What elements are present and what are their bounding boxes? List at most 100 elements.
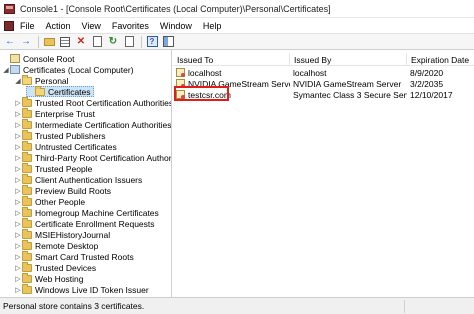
folder-icon xyxy=(22,217,32,228)
collapse-arrow-icon[interactable]: ◢ xyxy=(14,77,22,85)
menu-help[interactable]: Help xyxy=(203,21,222,31)
back-arrow-icon[interactable]: ← xyxy=(3,35,17,49)
certificate-list[interactable]: Issued To Issued By Expiration Date loca… xyxy=(173,50,474,297)
tree-item-store[interactable]: ▷ Third-Party Root Certification Authori… xyxy=(14,151,171,163)
expand-arrow-icon[interactable]: ▷ xyxy=(14,187,22,195)
list-header: Issued To Issued By Expiration Date xyxy=(173,53,474,66)
expand-arrow-icon[interactable]: ▷ xyxy=(14,231,22,239)
forward-arrow-icon[interactable]: → xyxy=(19,35,33,49)
export-icon[interactable] xyxy=(122,35,136,49)
tree-item-store[interactable]: ▷ Trusted Publishers xyxy=(14,129,106,141)
table-row[interactable]: localhost localhost 8/9/2020 xyxy=(173,67,474,78)
column-header-issued-to[interactable]: Issued To xyxy=(173,53,290,66)
tree-item-certificates-local-computer[interactable]: ◢ Certificates (Local Computer) xyxy=(2,64,134,75)
expand-arrow-icon[interactable]: ▷ xyxy=(14,143,22,151)
folder-icon xyxy=(22,96,32,107)
expand-arrow-icon[interactable]: ▷ xyxy=(14,121,22,129)
expand-arrow-icon[interactable]: ▷ xyxy=(14,198,22,206)
menu-action[interactable]: Action xyxy=(46,21,71,31)
expand-arrow-icon[interactable]: ▷ xyxy=(14,176,22,184)
tree-item-label: Windows Live ID Token Issuer xyxy=(35,284,149,295)
tree-item-store[interactable]: ▷ Homegroup Machine Certificates xyxy=(14,206,159,218)
tree-item-store[interactable]: ▷ Other People xyxy=(14,195,86,207)
status-text: Personal store contains 3 certificates. xyxy=(3,301,145,311)
cell-expiration: 8/9/2020 xyxy=(410,67,444,78)
expand-arrow-icon[interactable]: ▷ xyxy=(14,275,22,283)
table-row[interactable]: testcsr.com Symantec Class 3 Secure Serv… xyxy=(173,89,474,100)
tree-item-store[interactable]: ▷ Client Authentication Issuers xyxy=(14,173,143,185)
tree-item-store[interactable]: ▷ Web Hosting xyxy=(14,272,84,284)
expand-arrow-icon[interactable]: ▷ xyxy=(14,220,22,228)
expand-arrow-icon[interactable]: ▷ xyxy=(14,209,22,217)
expand-arrow-icon[interactable]: ▷ xyxy=(14,99,22,107)
folder-icon xyxy=(22,206,32,217)
folder-icon xyxy=(22,228,32,239)
expand-arrow-icon[interactable]: ▷ xyxy=(14,132,22,140)
expand-arrow-icon[interactable]: ▷ xyxy=(14,253,22,261)
tree-item-store[interactable]: ▷ Enterprise Trust xyxy=(14,107,95,119)
folder-icon xyxy=(22,272,32,283)
expand-arrow-icon[interactable]: ▷ xyxy=(14,110,22,118)
tree-item-store[interactable]: ▷ MSIEHistoryJournal xyxy=(14,228,110,240)
tree-item-label: Trusted Publishers xyxy=(35,130,106,141)
menu-window[interactable]: Window xyxy=(160,21,192,31)
tree-item-store[interactable]: ▷ Intermediate Certification Authorities xyxy=(14,118,171,130)
tree-item-store[interactable]: ▷ Trusted People xyxy=(14,162,92,174)
certificate-icon xyxy=(176,79,185,88)
menu-file[interactable]: File xyxy=(20,21,35,31)
tree-item-label: Client Authentication Issuers xyxy=(35,174,143,185)
console-menu-icon[interactable] xyxy=(4,20,14,31)
folder-icon xyxy=(22,184,32,195)
tree-item-store[interactable]: ▷ Windows Live ID Token Issuer xyxy=(14,283,149,295)
delete-icon[interactable]: ✕ xyxy=(74,35,88,49)
tree-item-store[interactable]: ▷ Trusted Devices xyxy=(14,261,96,273)
folder-icon xyxy=(22,239,32,250)
collapse-arrow-icon[interactable]: ◢ xyxy=(2,66,10,74)
column-header-issued-by[interactable]: Issued By xyxy=(290,53,407,66)
tree-item-label: Preview Build Roots xyxy=(35,185,112,196)
expand-arrow-icon[interactable]: ▷ xyxy=(14,264,22,272)
title-bar: Console1 - [Console Root\Certificates (L… xyxy=(0,0,474,18)
refresh-icon[interactable]: ↻ xyxy=(106,35,120,49)
folder-icon xyxy=(22,107,32,118)
expand-arrow-icon[interactable]: ▷ xyxy=(14,165,22,173)
tree-item-label: Enterprise Trust xyxy=(35,108,95,119)
console-tree[interactable]: Console Root ◢ Certificates (Local Compu… xyxy=(0,50,172,297)
folder-icon xyxy=(22,250,32,261)
table-row[interactable]: NVIDIA GameStream Server NVIDIA GameStre… xyxy=(173,78,474,89)
up-folder-icon[interactable] xyxy=(42,35,56,49)
tree-item-certificates-selected[interactable]: Certificates xyxy=(26,85,94,97)
tree-item-store[interactable]: ▷ Preview Build Roots xyxy=(14,184,112,196)
tree-item-label: Remote Desktop xyxy=(35,240,99,251)
cell-issued-by: NVIDIA GameStream Server xyxy=(293,78,402,89)
tree-item-store[interactable]: ▷ Smart Card Trusted Roots xyxy=(14,250,134,262)
menu-favorites[interactable]: Favorites xyxy=(112,21,149,31)
tree-item-personal[interactable]: ◢ Personal xyxy=(14,74,69,86)
show-hide-tree-icon[interactable] xyxy=(58,35,72,49)
mmc-app-icon xyxy=(4,3,15,14)
help-icon[interactable]: ? xyxy=(145,35,159,49)
menu-view[interactable]: View xyxy=(82,21,101,31)
expand-arrow-icon[interactable]: ▷ xyxy=(14,154,22,162)
tree-item-label: Other People xyxy=(35,196,86,207)
tree-item-store[interactable]: ▷ Remote Desktop xyxy=(14,239,99,251)
tree-item-label: Certificates (Local Computer) xyxy=(23,64,134,75)
folder-icon xyxy=(22,283,32,294)
tree-item-store[interactable]: ▷ Untrusted Certificates xyxy=(14,140,117,152)
expand-arrow-icon[interactable]: ▷ xyxy=(14,286,22,294)
folder-icon xyxy=(35,85,45,96)
certificate-icon xyxy=(176,68,185,77)
tree-item-store[interactable]: ▷ Certificate Enrollment Requests xyxy=(14,217,155,229)
folder-icon xyxy=(22,173,32,184)
tree-item-label: Trusted Root Certification Authorities xyxy=(35,97,172,108)
view-icon[interactable] xyxy=(161,35,175,49)
issued-to-text: localhost xyxy=(188,67,222,78)
tree-item-console-root[interactable]: Console Root xyxy=(2,53,75,64)
properties-icon[interactable] xyxy=(90,35,104,49)
expand-arrow-icon[interactable]: ▷ xyxy=(14,242,22,250)
column-header-expiration-date[interactable]: Expiration Date xyxy=(407,53,474,66)
cell-expiration: 3/2/2035 xyxy=(410,78,444,89)
folder-icon xyxy=(22,118,32,129)
folder-icon xyxy=(22,261,32,272)
tree-item-store[interactable]: ▷ Trusted Root Certification Authorities xyxy=(14,96,172,108)
